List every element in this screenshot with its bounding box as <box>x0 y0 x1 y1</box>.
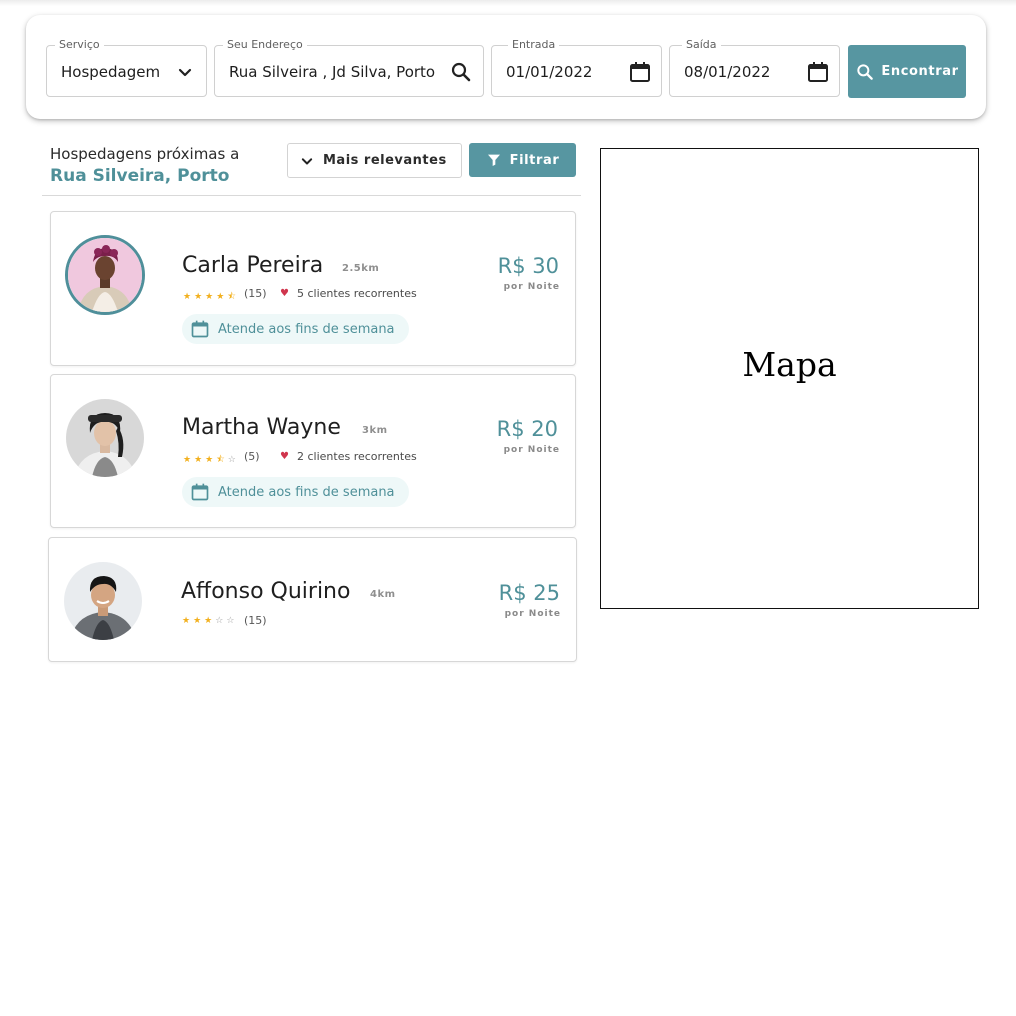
star-half-icon: ⯪ <box>216 455 228 465</box>
checkout-field[interactable]: Saída 08/01/2022 <box>669 38 840 97</box>
calendar-icon <box>190 319 210 339</box>
star-empty-icon: ☆ <box>215 616 227 626</box>
filter-button-label: Filtrar <box>509 152 560 168</box>
price-unit: por Noite <box>504 609 561 619</box>
top-edge-shadow <box>0 0 1016 6</box>
star-icon: ★ <box>194 292 206 302</box>
checkout-label: Saída <box>682 38 721 52</box>
rating-stars: ★★★⯪☆ <box>183 452 239 468</box>
host-name[interactable]: Martha Wayne <box>182 415 341 440</box>
search-icon[interactable] <box>449 60 473 84</box>
recurring-clients: 2 clientes recorrentes <box>297 450 417 463</box>
results-location[interactable]: Rua Silveira, Porto <box>50 166 229 186</box>
price-unit: por Noite <box>503 445 560 455</box>
recurring-clients: 5 clientes recorrentes <box>297 287 417 300</box>
service-select[interactable]: Serviço Hospedagem <box>46 38 207 97</box>
find-button-label: Encontrar <box>881 64 959 79</box>
heart-icon: ♥ <box>280 288 289 299</box>
review-count: (5) <box>244 450 260 463</box>
host-distance: 2.5km <box>342 263 380 274</box>
checkin-value: 01/01/2022 <box>506 63 593 81</box>
map-label: Mapa <box>742 345 837 384</box>
review-count: (15) <box>244 614 267 627</box>
calendar-icon[interactable] <box>628 60 652 84</box>
review-count: (15) <box>244 287 267 300</box>
chevron-down-icon <box>297 151 317 171</box>
price: R$ 30 <box>497 254 559 278</box>
host-card[interactable]: Affonso Quirino 4km ★★★☆☆ (15) R$ 25 por… <box>48 537 577 662</box>
badge-label: Atende aos fins de semana <box>218 321 395 337</box>
avatar <box>64 562 142 640</box>
price: R$ 20 <box>496 417 558 441</box>
avatar <box>66 399 144 477</box>
sort-select[interactable]: Mais relevantes <box>287 143 462 178</box>
find-button[interactable]: Encontrar <box>848 45 966 98</box>
search-bar: Serviço Hospedagem Seu Endereço Rua Silv… <box>26 15 986 119</box>
results-title: Hospedagens próximas a <box>50 145 240 163</box>
checkin-label: Entrada <box>508 38 560 52</box>
chevron-down-icon[interactable] <box>173 60 197 84</box>
star-empty-icon: ☆ <box>226 616 238 626</box>
host-card[interactable]: Martha Wayne 3km ★★★⯪☆ (5) ♥ 2 clientes … <box>50 374 576 528</box>
price: R$ 25 <box>498 581 560 605</box>
service-value: Hospedagem <box>61 63 161 81</box>
filter-icon <box>486 152 502 168</box>
weekend-badge: Atende aos fins de semana <box>182 477 409 507</box>
star-icon: ★ <box>183 455 195 465</box>
host-card[interactable]: Carla Pereira 2.5km ★★★★⯪ (15) ♥ 5 clien… <box>50 211 576 366</box>
host-distance: 4km <box>370 589 396 600</box>
star-icon: ★ <box>194 455 206 465</box>
address-label: Seu Endereço <box>223 38 307 52</box>
star-empty-icon: ☆ <box>227 455 239 465</box>
weekend-badge: Atende aos fins de semana <box>182 314 409 344</box>
host-name[interactable]: Affonso Quirino <box>181 579 350 604</box>
badge-label: Atende aos fins de semana <box>218 484 395 500</box>
avatar <box>65 235 145 315</box>
star-half-icon: ⯪ <box>227 292 239 302</box>
divider <box>42 195 581 196</box>
calendar-icon <box>190 482 210 502</box>
rating-stars: ★★★★⯪ <box>183 289 239 305</box>
star-icon: ★ <box>193 616 205 626</box>
address-field[interactable]: Seu Endereço Rua Silveira , Jd Silva, Po… <box>214 38 484 97</box>
map-panel[interactable]: Mapa <box>600 148 979 609</box>
filter-button[interactable]: Filtrar <box>469 143 576 177</box>
host-name[interactable]: Carla Pereira <box>182 253 323 278</box>
checkin-field[interactable]: Entrada 01/01/2022 <box>491 38 662 97</box>
address-value: Rua Silveira , Jd Silva, Porto <box>229 63 436 81</box>
host-distance: 3km <box>362 425 388 436</box>
rating-stars: ★★★☆☆ <box>182 616 237 626</box>
checkout-value: 08/01/2022 <box>684 63 771 81</box>
star-icon: ★ <box>182 616 194 626</box>
heart-icon: ♥ <box>280 451 289 462</box>
service-label: Serviço <box>55 38 104 52</box>
price-unit: por Noite <box>503 282 560 292</box>
star-icon: ★ <box>183 292 195 302</box>
calendar-icon[interactable] <box>806 60 830 84</box>
star-icon: ★ <box>216 292 228 302</box>
star-icon: ★ <box>205 292 217 302</box>
star-icon: ★ <box>204 616 216 626</box>
sort-value: Mais relevantes <box>323 153 447 168</box>
search-icon <box>855 62 875 82</box>
star-icon: ★ <box>205 455 217 465</box>
